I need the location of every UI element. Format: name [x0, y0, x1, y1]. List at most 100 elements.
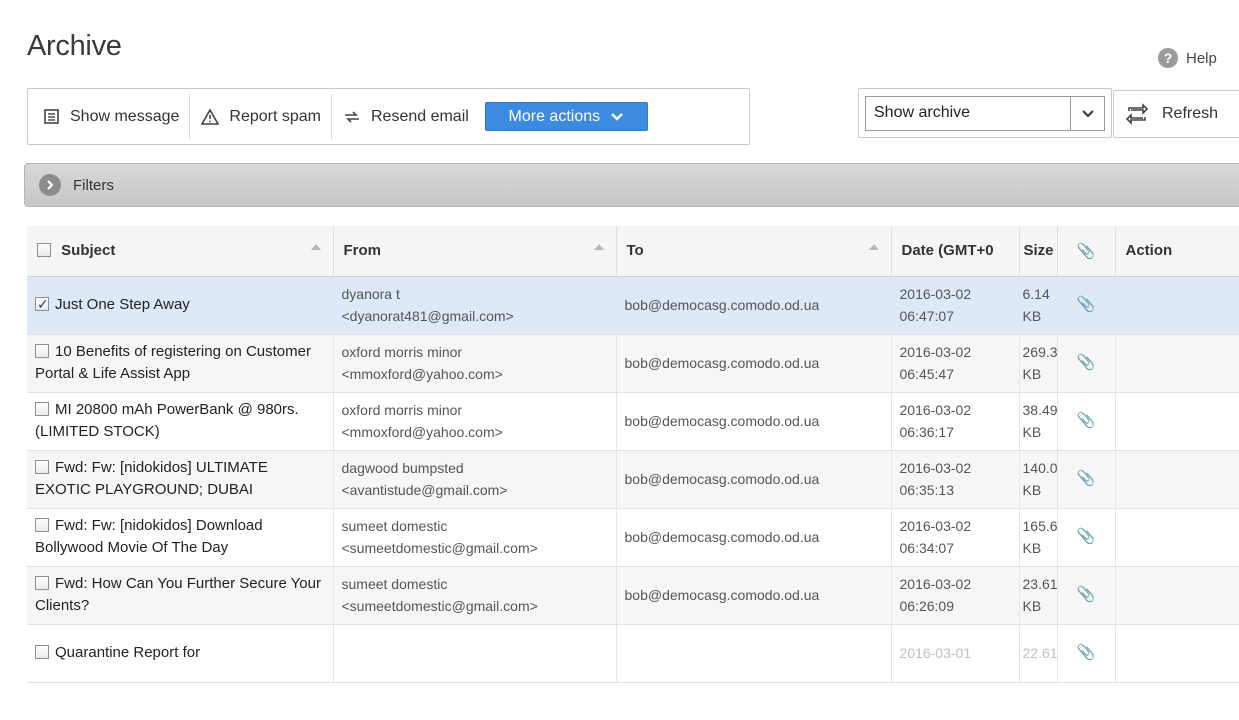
filters-bar[interactable]: Filters: [24, 163, 1239, 207]
show-message-button[interactable]: Show message: [33, 93, 191, 140]
from-email: <sumeetdomestic@gmail.com>: [341, 540, 538, 556]
report-spam-button[interactable]: Report spam: [190, 93, 332, 140]
date-cell: 2016-03-02 06:34:07: [891, 508, 1020, 567]
date-text: 2016-03-02: [899, 518, 972, 534]
subject-cell[interactable]: Fwd: Fw: [nidokidos] ULTIMATE EXOTIC PLA…: [27, 450, 334, 509]
size-cell: 165.6' KB: [1019, 508, 1058, 567]
action-cell: [1115, 624, 1239, 683]
row-checkbox[interactable]: [35, 293, 49, 315]
help-link[interactable]: ? Help: [1158, 48, 1217, 68]
size-cell: 38.49 KB: [1019, 392, 1058, 451]
more-actions-button[interactable]: More actions: [484, 102, 648, 131]
from-name: dagwood bumpsted: [341, 460, 464, 476]
attachment-cell: 📎: [1057, 624, 1116, 683]
subject-text: Fwd: Fw: [nidokidos] Download Bollywood …: [35, 517, 263, 556]
from-name: oxford morris minor: [341, 402, 463, 418]
size-value: 269.3!: [1022, 344, 1057, 360]
action-cell: [1115, 566, 1239, 625]
subject-cell[interactable]: Just One Step Away: [27, 276, 334, 335]
column-header-action: Action: [1115, 226, 1239, 277]
to-cell: bob@democasg.comodo.od.ua: [616, 508, 892, 567]
from-cell: sumeet domestic <sumeetdomestic@gmail.com…: [333, 508, 617, 567]
column-header-size[interactable]: Size: [1019, 226, 1058, 277]
row-checkbox[interactable]: [35, 344, 49, 358]
help-label: Help: [1186, 49, 1217, 67]
to-cell: bob@democasg.comodo.od.ua: [616, 334, 892, 393]
row-checkbox[interactable]: [35, 645, 49, 659]
subject-cell[interactable]: Fwd: Fw: [nidokidos] Download Bollywood …: [27, 508, 334, 567]
paperclip-icon: 📎: [1076, 354, 1096, 371]
refresh-button[interactable]: Refresh: [1113, 90, 1239, 138]
select-all-checkbox[interactable]: [37, 243, 51, 258]
size-value: 6.14: [1022, 286, 1050, 302]
column-header-date[interactable]: Date (GMT+0: [891, 226, 1020, 277]
chevron-down-icon: [611, 112, 623, 121]
show-message-label: Show message: [70, 107, 180, 125]
time-text: 06:35:13: [899, 482, 955, 498]
paperclip-icon: 📎: [1076, 412, 1096, 429]
from-name: sumeet domestic: [341, 518, 448, 534]
date-cell: 2016-03-02 06:45:47: [891, 334, 1020, 393]
table-row[interactable]: Fwd: Fw: [nidokidos] ULTIMATE EXOTIC PLA…: [27, 450, 1239, 509]
date-text: 2016-03-01: [899, 645, 972, 661]
warning-icon: [201, 107, 220, 125]
to-cell: bob@democasg.comodo.od.ua: [616, 392, 892, 451]
resend-email-label: Resend email: [370, 107, 469, 125]
size-value: 23.61: [1022, 576, 1057, 592]
table-row[interactable]: Just One Step Away dyanora t <dyanorat481@…: [27, 276, 1239, 335]
size-header-label: Size: [1023, 242, 1054, 260]
action-cell: [1115, 508, 1239, 567]
row-checkbox[interactable]: [35, 460, 49, 474]
paperclip-icon: 📎: [1076, 470, 1096, 487]
from-cell: sumeet domestic <sumeetdomestic@gmail.com…: [333, 566, 617, 625]
to-cell: [616, 624, 892, 683]
subject-text: Fwd: Fw: [nidokidos] ULTIMATE EXOTIC PLA…: [35, 459, 268, 498]
from-email: <dyanorat481@gmail.com>: [341, 308, 514, 324]
time-text: 06:26:09: [899, 598, 955, 614]
table-row[interactable]: Fwd: How Can You Further Secure Your Cli…: [27, 566, 1239, 625]
time-text: 06:45:47: [899, 366, 955, 382]
to-header-label: To: [626, 242, 644, 260]
table-row[interactable]: Quarantine Report for 2016-03-01 22.61 📎: [27, 624, 1239, 683]
paperclip-icon: 📎: [1076, 296, 1096, 313]
action-cell: [1115, 334, 1239, 393]
from-cell: dyanora t <dyanorat481@gmail.com>: [333, 276, 617, 335]
date-cell: 2016-03-02 06:47:07: [891, 276, 1020, 335]
row-checkbox[interactable]: [35, 518, 49, 532]
row-checkbox[interactable]: [35, 576, 49, 590]
size-cell: 269.3! KB: [1019, 334, 1058, 393]
paperclip-icon: 📎: [1076, 242, 1096, 260]
table-row[interactable]: Fwd: Fw: [nidokidos] Download Bollywood …: [27, 508, 1239, 567]
action-cell: [1115, 276, 1239, 335]
table-row[interactable]: 10 Benefits of registering on Customer P…: [27, 334, 1239, 393]
subject-header-label: Subject: [61, 242, 116, 260]
column-header-subject[interactable]: Subject: [27, 226, 334, 277]
column-header-to[interactable]: To: [616, 226, 892, 277]
chevron-down-icon[interactable]: [1070, 97, 1104, 130]
resend-email-button[interactable]: Resend email: [332, 94, 479, 140]
subject-cell[interactable]: MI 20800 mAh PowerBank @ 980rs. (LIMITED…: [27, 392, 334, 451]
subject-cell[interactable]: Quarantine Report for: [27, 624, 334, 683]
date-text: 2016-03-02: [899, 576, 972, 592]
sort-arrow-icon: [310, 244, 321, 250]
column-header-from[interactable]: From: [333, 226, 617, 277]
subject-cell[interactable]: 10 Benefits of registering on Customer P…: [27, 334, 334, 393]
date-text: 2016-03-02: [899, 286, 972, 302]
subject-cell[interactable]: Fwd: How Can You Further Secure Your Cli…: [27, 566, 334, 625]
from-cell: dagwood bumpsted <avantistude@gmail.com>: [333, 450, 617, 509]
time-text: 06:34:07: [899, 540, 955, 556]
size-unit: KB: [1022, 540, 1042, 556]
attachment-cell: 📎: [1057, 334, 1116, 393]
archive-table: Subject From To Date (GMT+0 Size 📎 Actio: [27, 226, 1239, 683]
archive-view-select[interactable]: Show archive: [865, 96, 1105, 131]
date-text: 2016-03-02: [899, 460, 972, 476]
row-checkbox[interactable]: [35, 402, 49, 416]
date-text: 2016-03-02: [899, 402, 972, 418]
subject-text: Just One Step Away: [55, 296, 190, 313]
from-email: <mmoxford@yahoo.com>: [341, 366, 503, 382]
table-row[interactable]: MI 20800 mAh PowerBank @ 980rs. (LIMITED…: [27, 392, 1239, 451]
column-header-attachment[interactable]: 📎: [1057, 226, 1116, 277]
bottom-fade: [0, 683, 1239, 720]
date-header-label: Date (GMT+0: [901, 242, 994, 260]
paperclip-icon: 📎: [1076, 586, 1096, 603]
